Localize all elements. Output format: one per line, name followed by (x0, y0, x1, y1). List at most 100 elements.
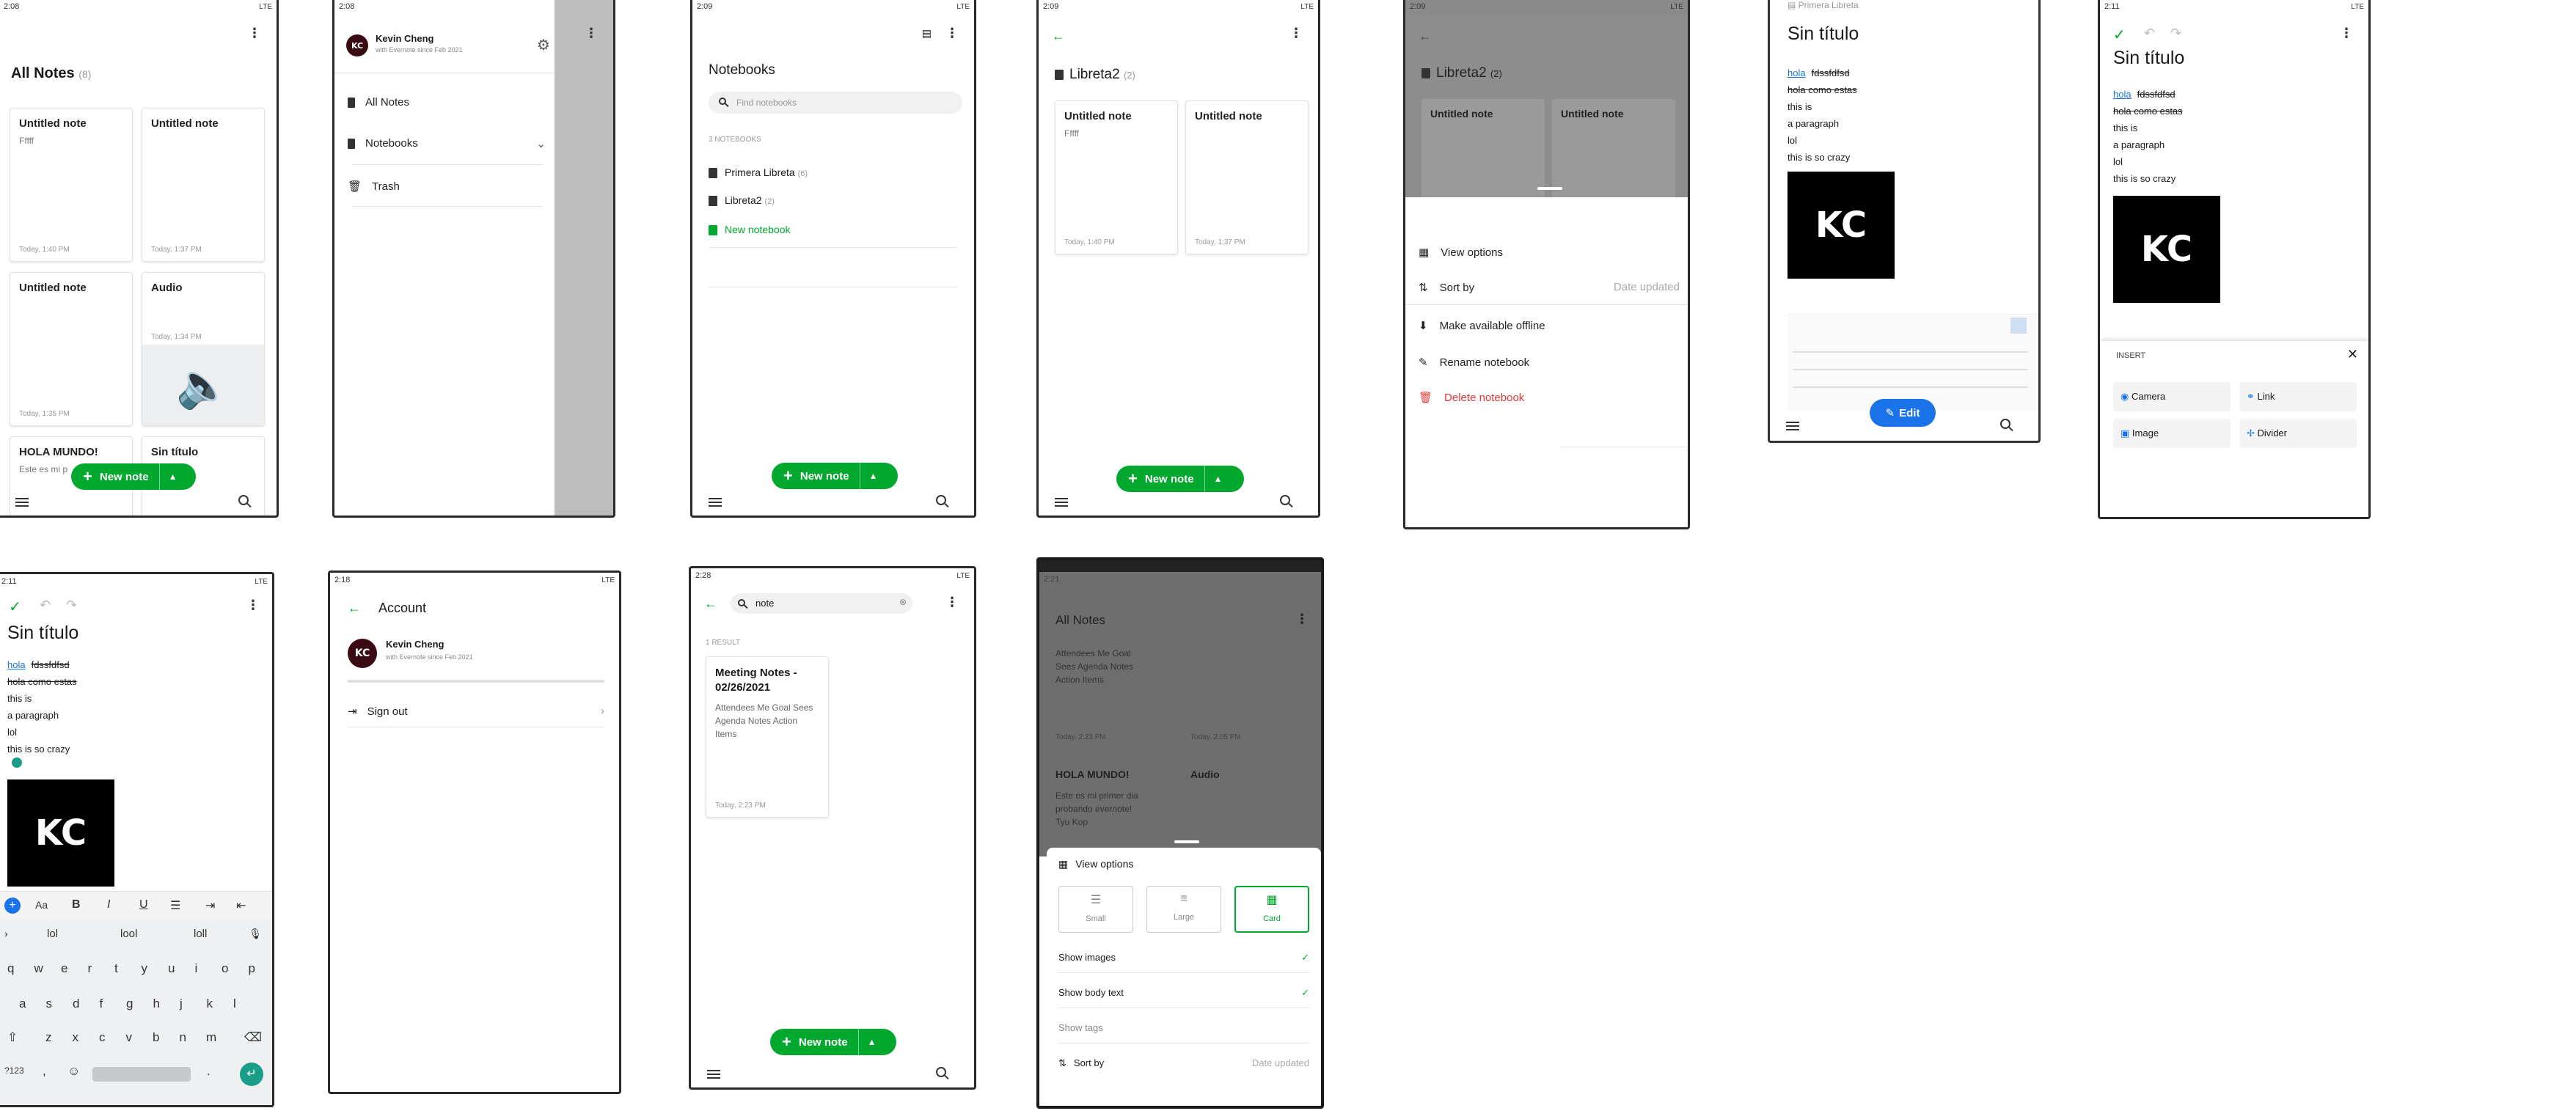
check-icon[interactable]: ✓ (9, 598, 21, 616)
key-q[interactable]: q (7, 961, 14, 976)
insert-camera[interactable]: ◉ Camera (2113, 382, 2231, 411)
show-images-option[interactable]: Show images ✓ (1058, 952, 1309, 963)
mic-icon[interactable]: 🎙 (249, 928, 262, 940)
key-b[interactable]: b (153, 1030, 159, 1045)
show-tags-option[interactable]: Show tags (1058, 1022, 1309, 1033)
symbols-key[interactable]: ?123 (4, 1065, 24, 1076)
key-a[interactable]: a (19, 997, 26, 1011)
key-t[interactable]: t (114, 961, 118, 976)
kc-logo-image[interactable]: KC (7, 779, 114, 887)
view-options-item[interactable]: ▦ View options (1419, 246, 1503, 259)
edit-button[interactable]: ✎ Edit (1870, 399, 1936, 427)
key-f[interactable]: f (100, 997, 103, 1011)
new-note-button[interactable]: + New note ▲ (772, 463, 898, 489)
text-cursor-handle[interactable] (12, 757, 22, 768)
back-arrow-icon[interactable]: ← (348, 601, 361, 616)
suggestion[interactable]: lol (47, 928, 58, 940)
font-size-button[interactable]: Aa (35, 899, 48, 911)
key-j[interactable]: j (180, 997, 183, 1011)
search-icon[interactable] (2000, 419, 2010, 429)
note-card[interactable]: Untitled note Fffff Today, 1:40 PM (1055, 100, 1178, 254)
search-field[interactable]: note ⊗ (731, 593, 912, 614)
more-options-icon[interactable]: ⋮ (1289, 26, 1303, 41)
sort-by-item[interactable]: ⇅ Sort by Date updated (1419, 281, 1680, 294)
show-body-text-option[interactable]: Show body text ✓ (1058, 987, 1309, 998)
comma-key[interactable]: , (43, 1064, 46, 1079)
view-mode-large[interactable]: ≡ Large (1146, 886, 1221, 933)
note-card[interactable]: Untitled note Today, 1:35 PM (10, 272, 133, 426)
note-body[interactable]: hola fdssfdfsd hola como estas this is a p… (2113, 86, 2183, 187)
key-n[interactable]: n (180, 1030, 186, 1045)
notebook-row[interactable]: Primera Libreta (6) (709, 166, 808, 179)
chevron-right-icon[interactable]: › (4, 928, 8, 939)
search-icon[interactable] (1280, 495, 1290, 505)
key-u[interactable]: u (168, 961, 175, 976)
note-card[interactable]: Audio Today, 1:34 PM 🔈 (142, 272, 265, 426)
note-card[interactable]: Untitled note Fffff Today, 1:40 PM (10, 108, 133, 262)
check-icon[interactable]: ✓ (2113, 26, 2126, 44)
indent-icon[interactable]: ⇥ (205, 898, 215, 913)
drawer-item-all-notes[interactable]: All Notes (348, 96, 409, 109)
search-icon[interactable] (936, 1067, 946, 1077)
close-icon[interactable]: ✕ (2347, 347, 2358, 362)
notebook-breadcrumb[interactable]: ▤ Primera Libreta (1788, 0, 1859, 10)
undo-icon[interactable]: ↶ (40, 598, 51, 613)
key-p[interactable]: p (249, 961, 255, 976)
sort-by-option[interactable]: ⇅ Sort by Date updated (1058, 1057, 1309, 1069)
back-arrow-icon[interactable]: ← (1052, 29, 1065, 44)
back-arrow-icon[interactable]: ← (704, 596, 717, 612)
notebook-row[interactable]: Libreta2 (2) (709, 194, 775, 207)
search-icon[interactable] (238, 495, 249, 505)
menu-icon[interactable] (15, 498, 29, 507)
note-card[interactable]: Untitled note Today, 1:37 PM (1185, 100, 1309, 254)
key-k[interactable]: k (207, 997, 213, 1011)
new-note-button[interactable]: + New note ▲ (770, 1029, 896, 1055)
backspace-key[interactable]: ⌫ (244, 1030, 262, 1045)
new-notebook-link[interactable]: New notebook (709, 224, 791, 236)
more-options-icon[interactable]: ⋮ (246, 598, 260, 613)
underline-button[interactable]: U (139, 898, 148, 911)
enter-key[interactable]: ↵ (240, 1063, 263, 1086)
drawer-scrim[interactable] (555, 0, 613, 516)
period-key[interactable]: . (207, 1064, 211, 1079)
key-y[interactable]: y (142, 961, 148, 976)
more-options-icon[interactable]: ⋮ (248, 26, 261, 41)
redo-icon[interactable]: ↷ (66, 598, 77, 613)
emoji-key[interactable]: ☺ (67, 1064, 80, 1079)
insert-link[interactable]: ⚭ Link (2239, 382, 2357, 411)
key-s[interactable]: s (46, 997, 53, 1011)
drawer-item-notebooks[interactable]: Notebooks ⌄ (348, 137, 546, 150)
delete-notebook-item[interactable]: 🗑 Delete notebook (1419, 391, 1524, 404)
avatar[interactable]: KC (346, 34, 368, 56)
key-x[interactable]: x (73, 1030, 79, 1045)
bold-button[interactable]: B (72, 898, 81, 911)
note-card[interactable]: Untitled note Today, 1:37 PM (142, 108, 265, 262)
key-o[interactable]: o (222, 961, 228, 976)
key-r[interactable]: r (88, 961, 92, 976)
view-mode-card[interactable]: ▦ Card (1234, 886, 1309, 933)
key-d[interactable]: d (73, 997, 79, 1011)
make-offline-item[interactable]: ⬇ Make available offline (1419, 319, 1545, 332)
note-body[interactable]: hola fdssfdfsd hola como estas this is a p… (7, 656, 77, 757)
menu-icon[interactable] (707, 1070, 720, 1079)
key-c[interactable]: c (99, 1030, 106, 1045)
suggestion[interactable]: loll (194, 928, 207, 940)
new-note-button[interactable]: + New note ▲ (71, 463, 196, 490)
notebook-search[interactable]: Find notebooks (709, 92, 962, 114)
more-options-icon[interactable]: ⋮ (945, 595, 959, 610)
key-e[interactable]: e (61, 961, 67, 976)
clear-icon[interactable]: ⊗ (899, 597, 907, 607)
kc-logo-image[interactable]: KC (1788, 172, 1895, 279)
more-options-icon[interactable]: ⋮ (945, 26, 959, 41)
menu-icon[interactable] (709, 498, 722, 507)
undo-icon[interactable]: ↶ (2144, 26, 2155, 41)
insert-image[interactable]: ▣ Image (2113, 419, 2231, 448)
key-l[interactable]: l (233, 997, 236, 1011)
suggestion[interactable]: lool (120, 928, 137, 940)
kc-logo-image[interactable]: KC (2113, 196, 2220, 303)
search-icon[interactable] (936, 495, 946, 505)
new-notebook-icon[interactable]: ▤ (922, 27, 932, 40)
sign-out-row[interactable]: ⇥ Sign out › (348, 705, 604, 718)
more-options-icon[interactable]: ⋮ (2340, 26, 2353, 41)
embedded-table-thumbnail[interactable] (1788, 314, 2038, 411)
